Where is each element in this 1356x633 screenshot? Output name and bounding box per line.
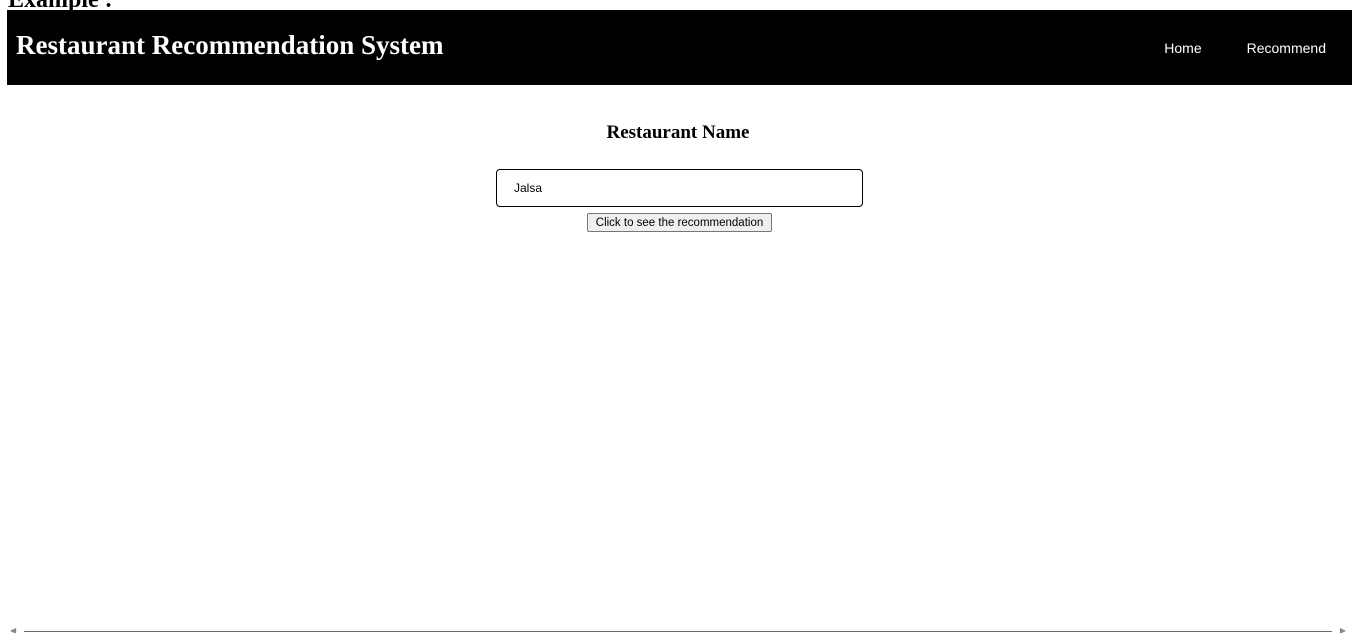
- nav-links: Home Recommend: [1164, 39, 1326, 57]
- restaurant-name-heading: Restaurant Name: [606, 122, 750, 143]
- arrow-right-icon[interactable]: ▶: [1340, 627, 1346, 633]
- site-title: Restaurant Recommendation System: [16, 30, 444, 60]
- restaurant-name-input[interactable]: [496, 169, 863, 207]
- arrow-left-icon[interactable]: ◀: [10, 627, 16, 633]
- recommendation-button[interactable]: Click to see the recommendation: [587, 213, 772, 232]
- scrollbar-track[interactable]: [24, 631, 1332, 632]
- navbar: Restaurant Recommendation System Home Re…: [7, 10, 1352, 85]
- nav-link-recommend[interactable]: Recommend: [1247, 39, 1326, 57]
- nav-link-home[interactable]: Home: [1164, 39, 1201, 57]
- horizontal-scrollbar[interactable]: ◀ ▶: [10, 626, 1346, 633]
